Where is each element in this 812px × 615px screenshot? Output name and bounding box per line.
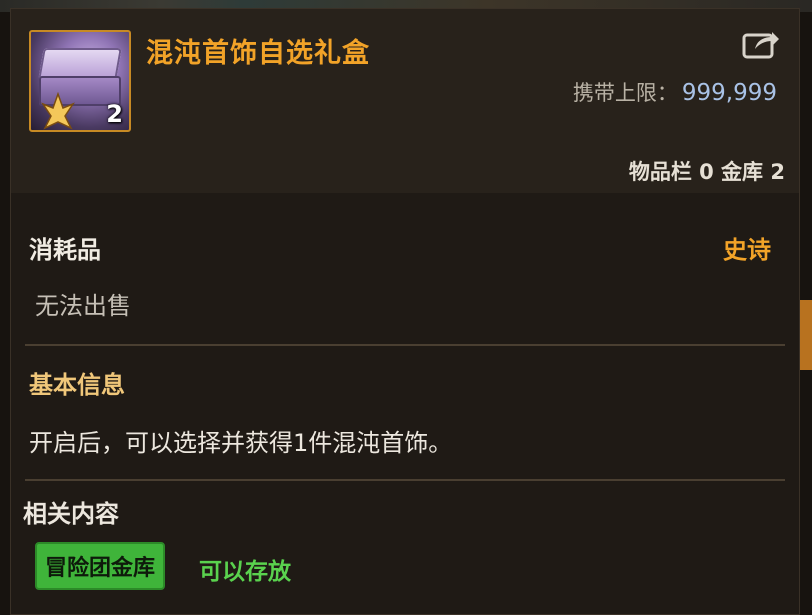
item-tooltip-panel: 2 混沌首饰自选礼盒 携带上限： 999,999 物品栏 0 金库 2 消耗品 …: [10, 8, 800, 615]
divider: [25, 344, 785, 346]
share-button[interactable]: [741, 27, 781, 61]
storage-permission: 可以存放: [199, 559, 291, 585]
item-category: 消耗品: [29, 236, 101, 264]
basic-info-title: 基本信息: [29, 371, 125, 399]
sell-status: 无法出售: [35, 292, 131, 320]
storage-counts: 物品栏 0 金库 2: [628, 160, 785, 184]
adventure-vault-badge: 冒险团金库: [35, 542, 166, 590]
carry-limit: 携带上限： 999,999: [573, 77, 777, 107]
basic-info-description: 开启后，可以选择并获得1件混沌首饰。: [29, 429, 453, 457]
gift-box-icon: 2: [29, 30, 131, 132]
stack-count: 2: [106, 100, 123, 128]
item-type-section: 消耗品 史诗 无法出售: [11, 214, 799, 341]
item-name: 混沌首饰自选礼盒: [146, 38, 370, 69]
divider: [25, 479, 785, 481]
background-edge: [798, 300, 812, 370]
related-content-title: 相关内容: [23, 500, 119, 528]
carry-limit-label: 携带上限：: [572, 81, 678, 105]
emblem-icon: [41, 92, 75, 130]
item-rarity: 史诗: [723, 236, 771, 264]
item-header: 2 混沌首饰自选礼盒 携带上限： 999,999 物品栏 0 金库 2: [11, 9, 799, 193]
carry-limit-value: 999,999: [681, 80, 777, 106]
share-icon: [742, 32, 779, 59]
